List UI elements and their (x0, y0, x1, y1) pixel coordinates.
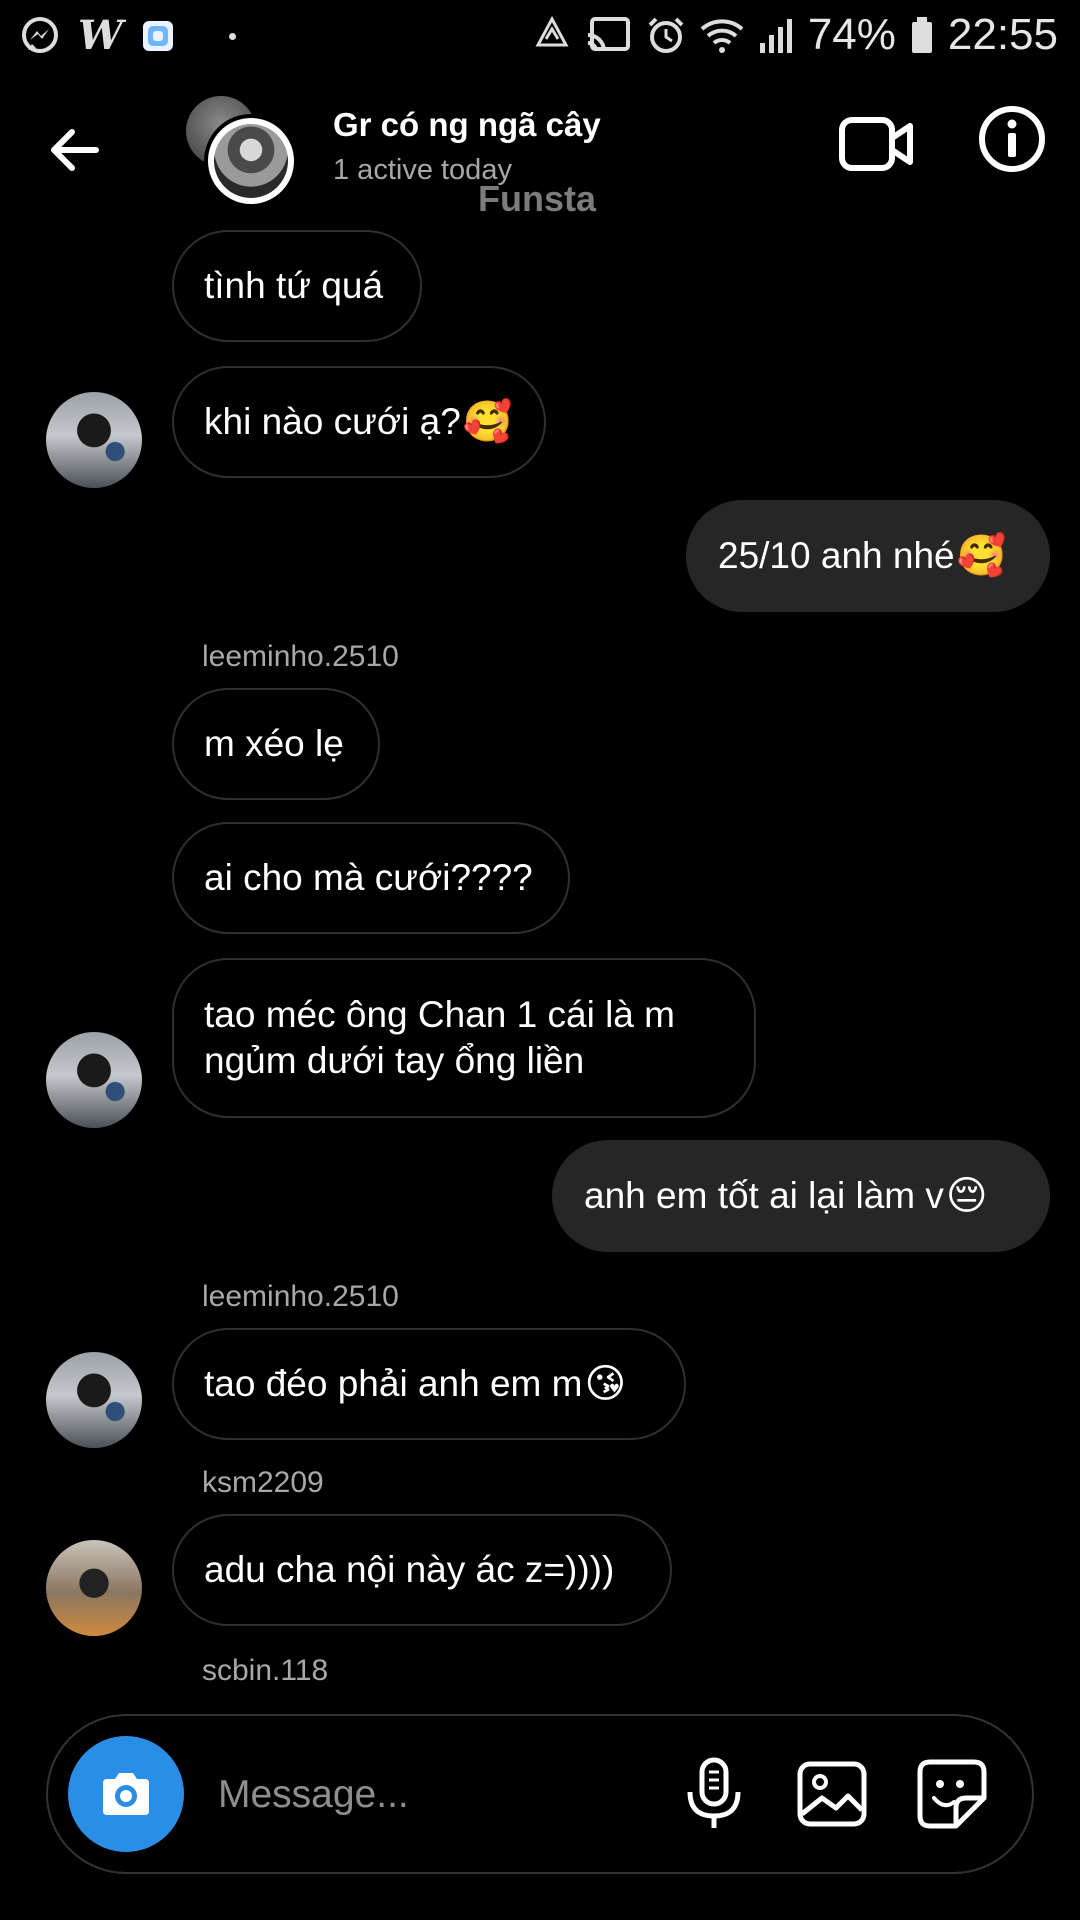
sender-name: scbin.118 (202, 1654, 329, 1687)
message-bubble[interactable]: m xéo lẹ (172, 688, 380, 800)
message-bubble[interactable]: khi nào cưới ạ? 🥰 (172, 366, 546, 478)
emoji: 😘 (584, 1362, 627, 1406)
message-text: anh em tốt ai lại làm v (584, 1175, 944, 1216)
camera-button[interactable] (68, 1736, 184, 1852)
message-text: tao đéo phải anh em m (204, 1363, 583, 1404)
avatar[interactable] (46, 1352, 142, 1448)
image-icon (797, 1761, 867, 1827)
message-text: ai cho mà cưới???? (204, 857, 533, 898)
messenger-icon (20, 16, 60, 56)
emoji: 🥰 (956, 534, 1007, 578)
sticker-button[interactable] (916, 1758, 988, 1830)
avatar[interactable] (46, 392, 142, 488)
avatar[interactable] (46, 1540, 142, 1636)
message-text: tình tứ quá (204, 265, 384, 306)
recycle-icon (532, 15, 572, 55)
emoji: 🥰 (462, 400, 513, 444)
my-message-bubble[interactable]: anh em tốt ai lại làm v 😔 (552, 1140, 1050, 1252)
sender-name: leeminho.2510 (202, 640, 399, 673)
message-bubble[interactable]: adu cha nội này ác z=)))) (172, 1514, 672, 1626)
message-text: adu cha nội này ác z=)))) (204, 1549, 615, 1590)
video-call-button[interactable] (838, 112, 914, 176)
message-bubble[interactable]: ai cho mà cưới???? (172, 822, 570, 934)
sender-name: ksm2209 (202, 1466, 324, 1499)
message-bubble[interactable]: tình tứ quá (172, 230, 422, 342)
member-avatar-front (204, 114, 298, 208)
clock: 22:55 (947, 10, 1058, 59)
group-title[interactable]: Gr có ng ngã cây (333, 106, 601, 144)
chat-header: Gr có ng ngã cây 1 active today Funsta (0, 76, 1080, 226)
back-arrow-icon (51, 129, 99, 171)
message-text: khi nào cưới ạ? (204, 401, 461, 442)
message-input[interactable] (216, 1756, 680, 1834)
message-text: m xéo lẹ (204, 723, 344, 764)
sender-name: leeminho.2510 (202, 1280, 399, 1313)
back-button[interactable] (46, 122, 102, 178)
sticker-icon (917, 1759, 987, 1829)
info-button[interactable] (977, 104, 1047, 174)
status-bar: W 74% 22:55 (0, 0, 1080, 76)
my-message-bubble[interactable]: 25/10 anh nhé 🥰 (686, 500, 1050, 612)
notification-dot (228, 32, 236, 40)
microphone-icon (687, 1757, 741, 1828)
info-icon (979, 106, 1045, 172)
message-text: 25/10 anh nhé (718, 535, 955, 576)
signal-icon (758, 15, 794, 55)
alarm-icon (646, 15, 686, 55)
message-composer (46, 1714, 1034, 1874)
cast-icon (586, 15, 632, 55)
avatar[interactable] (46, 1032, 142, 1128)
message-bubble[interactable]: tao đéo phải anh em m 😘 (172, 1328, 686, 1440)
voice-message-button[interactable] (676, 1756, 752, 1832)
emoji: 😔 (945, 1174, 988, 1218)
watermark-text: Funsta (478, 178, 597, 219)
message-bubble[interactable]: tao méc ông Chan 1 cái là m ngủm dưới ta… (172, 958, 756, 1118)
video-camera-icon (839, 117, 913, 171)
camera-icon (103, 1773, 149, 1815)
group-avatar[interactable] (186, 96, 298, 208)
w-app-icon: W (78, 12, 123, 59)
battery-percent: 74% (807, 10, 896, 59)
app-icon (141, 19, 175, 53)
battery-icon (910, 15, 934, 55)
message-text: tao méc ông Chan 1 cái là m ngủm dưới ta… (204, 994, 675, 1081)
wifi-icon (700, 15, 744, 55)
gallery-button[interactable] (796, 1758, 868, 1830)
